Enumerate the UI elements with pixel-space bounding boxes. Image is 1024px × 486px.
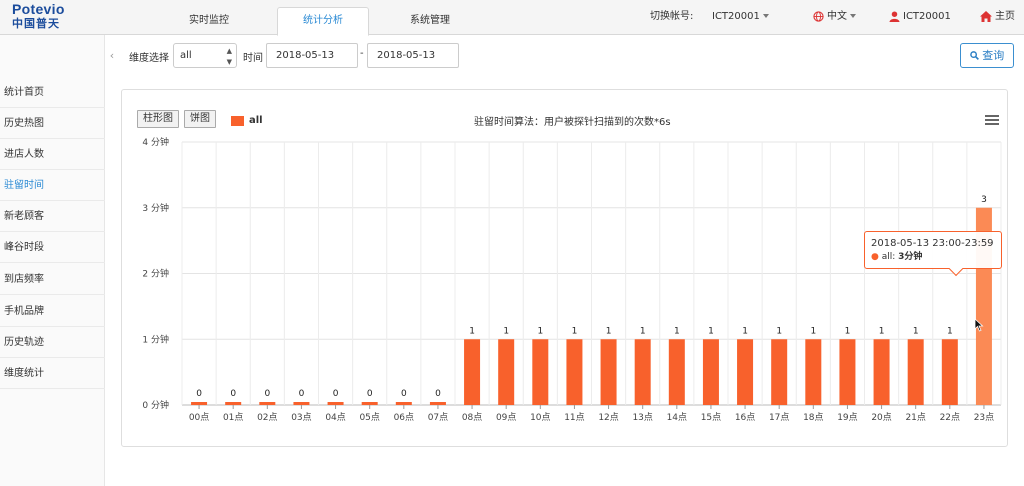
chart-tooltip: 2018-05-13 23:00-23:59 ● all: 3分钟 [864, 231, 1002, 277]
x-tick-label: 23点 [974, 412, 994, 423]
bar-12点[interactable] [600, 339, 617, 405]
bar-14点[interactable] [668, 339, 685, 405]
bar-16点[interactable] [737, 339, 754, 405]
x-tick-label: 18点 [803, 412, 823, 423]
bar-00点[interactable] [191, 402, 208, 405]
data-label: 0 [264, 389, 270, 399]
mouse-pointer-icon [974, 318, 984, 332]
y-tick-label: 3 分钟 [142, 202, 169, 214]
tooltip-series-name: all [881, 252, 893, 262]
y-tick-label: 4 分钟 [142, 136, 169, 148]
x-tick-label: 19点 [837, 412, 857, 423]
data-label: 1 [708, 326, 714, 336]
bar-07点[interactable] [429, 402, 446, 405]
data-label: 1 [845, 326, 851, 336]
x-tick-label: 10点 [530, 412, 550, 423]
data-label: 0 [299, 389, 305, 399]
x-tick-label: 05点 [359, 412, 379, 423]
x-tick-label: 16点 [735, 412, 755, 423]
y-axis: 0 分钟 1 分钟 2 分钟 3 分钟 4 分钟 [142, 136, 169, 411]
x-tick-label: 03点 [291, 412, 311, 423]
data-label: 0 [196, 389, 202, 399]
data-label: 3 [981, 195, 987, 205]
x-axis: 00点 01点 02点 03点 04点 05点 06点 07点 08点 09点 10点 11点 12点 1… [189, 405, 994, 423]
y-tick-label: 1 分钟 [142, 333, 169, 345]
bar-06点[interactable] [395, 402, 412, 405]
data-label: 1 [503, 326, 509, 336]
bar-22点[interactable] [941, 339, 958, 405]
data-label: 1 [640, 326, 646, 336]
x-tick-label: 09点 [496, 412, 516, 423]
bar-01点[interactable] [225, 402, 242, 405]
x-tick-label: 08点 [462, 412, 482, 423]
tooltip-value: 3分钟 [898, 252, 923, 262]
data-label: 0 [367, 389, 373, 399]
data-label: 0 [230, 389, 236, 399]
bar-08点[interactable] [464, 339, 481, 405]
data-label: 1 [879, 326, 885, 336]
series-dot-icon: ● [871, 252, 879, 262]
y-tick-label: 2 分钟 [142, 268, 169, 280]
x-tick-label: 22点 [940, 412, 960, 423]
x-tick-label: 04点 [325, 412, 345, 423]
x-tick-label: 15点 [701, 412, 721, 423]
data-label: 0 [401, 389, 407, 399]
data-label: 1 [606, 326, 612, 336]
data-label: 1 [776, 326, 782, 336]
bar-18点[interactable] [805, 339, 822, 405]
x-tick-label: 20点 [871, 412, 891, 423]
data-label: 1 [469, 326, 475, 336]
x-tick-label: 21点 [905, 412, 925, 423]
data-label: 1 [537, 326, 543, 336]
data-label: 1 [742, 326, 748, 336]
bar-15点[interactable] [702, 339, 719, 405]
bar-17点[interactable] [771, 339, 788, 405]
x-tick-label: 14点 [667, 412, 687, 423]
tooltip-value-row: ● all: 3分钟 [871, 252, 923, 262]
x-tick-label: 11点 [564, 412, 584, 423]
tooltip-title: 2018-05-13 23:00-23:59 [871, 238, 994, 249]
bar-13点[interactable] [634, 339, 651, 405]
bar-19点[interactable] [839, 339, 856, 405]
x-tick-label: 13点 [632, 412, 652, 423]
y-tick-label: 0 分钟 [142, 399, 169, 411]
bar-10点[interactable] [532, 339, 549, 405]
bar-03点[interactable] [293, 402, 310, 405]
data-label: 1 [947, 326, 953, 336]
data-label: 1 [810, 326, 816, 336]
data-label: 0 [435, 389, 441, 399]
x-tick-label: 01点 [223, 412, 243, 423]
bar-02点[interactable] [259, 402, 276, 405]
bar-09点[interactable] [498, 339, 515, 405]
data-label: 0 [333, 389, 339, 399]
bar-20点[interactable] [873, 339, 890, 405]
data-label: 1 [572, 326, 578, 336]
x-tick-label: 06点 [394, 412, 414, 423]
x-tick-label: 02点 [257, 412, 277, 423]
bar-04点[interactable] [327, 402, 344, 405]
x-tick-label: 00点 [189, 412, 209, 423]
x-tick-label: 07点 [428, 412, 448, 423]
bar-21点[interactable] [907, 339, 924, 405]
x-tick-label: 12点 [598, 412, 618, 423]
data-label: 1 [674, 326, 680, 336]
bar-11点[interactable] [566, 339, 583, 405]
bar-05点[interactable] [361, 402, 378, 405]
data-label: 1 [913, 326, 919, 336]
x-tick-label: 17点 [769, 412, 789, 423]
